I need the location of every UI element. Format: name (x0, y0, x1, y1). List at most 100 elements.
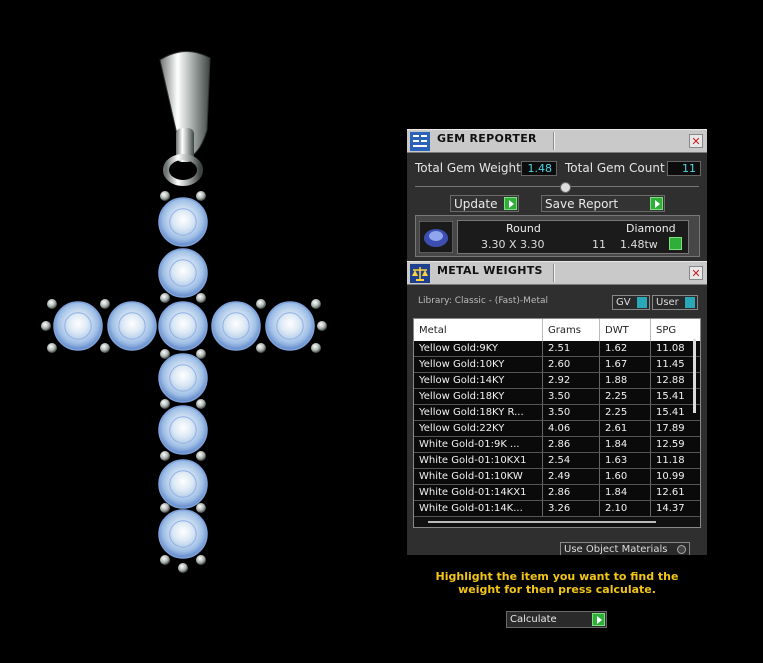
metal-prong (196, 293, 206, 303)
table-row[interactable]: Yellow Gold:10KY 2.60 1.67 11.45 (414, 356, 700, 373)
table-cell: 12.59 (650, 436, 700, 453)
scale-icon (410, 264, 430, 283)
save-report-label: Save Report (545, 197, 619, 211)
table-row[interactable]: White Gold-01:14K... 3.26 2.10 14.37 (414, 500, 700, 517)
diamond-gem[interactable] (158, 197, 208, 247)
diamond-gem[interactable] (158, 301, 208, 351)
column-header[interactable]: Metal (414, 319, 543, 341)
table-cell: 1.60 (599, 468, 651, 485)
table-cell: Yellow Gold:22KY (414, 420, 543, 437)
table-cell: Yellow Gold:10KY (414, 356, 543, 373)
column-header[interactable]: SPG (650, 319, 700, 341)
gem-stone: Diamond (626, 222, 676, 235)
table-cell: 1.88 (599, 372, 651, 389)
slider-handle[interactable] (560, 182, 571, 193)
save-report-button[interactable]: Save Report (541, 195, 665, 212)
vertical-scrollbar[interactable] (693, 339, 696, 413)
table-cell: Yellow Gold:18KY R... (414, 404, 543, 421)
gem-count: 11 (592, 238, 606, 251)
metal-prong (47, 343, 57, 353)
table-cell: 3.50 (542, 388, 600, 405)
table-cell: 2.25 (599, 404, 651, 421)
table-row[interactable]: Yellow Gold:9KY 2.51 1.62 11.08 (414, 341, 700, 357)
table-cell: White Gold-01:14K... (414, 500, 543, 517)
table-cell: White Gold-01:10KW (414, 468, 543, 485)
metal-prong (196, 191, 206, 201)
table-cell: 11.18 (650, 452, 700, 469)
table-cell: 12.61 (650, 484, 700, 501)
diamond-gem[interactable] (211, 301, 261, 351)
diamond-gem[interactable] (158, 248, 208, 298)
metal-prong (196, 451, 206, 461)
diamond-gem[interactable] (265, 301, 315, 351)
table-row[interactable]: Yellow Gold:14KY 2.92 1.88 12.88 (414, 372, 700, 389)
table-row[interactable]: White Gold-01:14KX1 2.86 1.84 12.61 (414, 484, 700, 501)
table-cell: 14.37 (650, 500, 700, 517)
metal-table-container[interactable]: Metal Grams DWT SPG Yellow Gold:9KY 2.51 1.62… (413, 318, 701, 528)
table-cell: 1.67 (599, 356, 651, 373)
user-toggle[interactable]: User (652, 295, 698, 310)
gv-toggle[interactable]: GV (612, 295, 650, 310)
gem-size: 3.30 X 3.30 (481, 238, 545, 251)
render-viewport[interactable] (0, 0, 400, 659)
instruction-text: Highlight the item you want to find the … (435, 570, 679, 596)
column-header[interactable]: DWT (599, 319, 651, 341)
gem-weight: 1.48tw (620, 238, 658, 251)
tool-panel: GEM REPORTER ✕ Total Gem Weight 1.48 Tot… (407, 129, 707, 639)
metal-prong (160, 293, 170, 303)
table-cell: 2.61 (599, 420, 651, 437)
metal-weights-title: METAL WEIGHTS (437, 264, 543, 277)
metal-prong (196, 503, 206, 513)
gem-table[interactable]: Round Diamond 3.30 X 3.30 11 1.48tw (415, 215, 700, 257)
calculate-button[interactable]: Calculate (506, 611, 607, 628)
table-row[interactable]: White Gold-01:10KX1 2.54 1.63 11.18 (414, 452, 700, 469)
diamond-gem[interactable] (158, 405, 208, 455)
table-cell: 1.84 (599, 484, 651, 501)
metal-prong (311, 343, 321, 353)
update-button[interactable]: Update (450, 195, 519, 212)
diamond-gem[interactable] (158, 353, 208, 403)
table-cell: 2.51 (542, 341, 600, 357)
calculate-label: Calculate (510, 614, 557, 625)
table-cell: White Gold-01:9K ... (414, 436, 543, 453)
metal-prong (160, 349, 170, 359)
table-row[interactable]: White Gold-01:10KW 2.49 1.60 10.99 (414, 468, 700, 485)
diamond-gem[interactable] (158, 459, 208, 509)
toggle-switch-icon (637, 297, 647, 308)
metal-prong (196, 555, 206, 565)
table-row[interactable]: Yellow Gold:18KY R... 3.50 2.25 15.41 (414, 404, 700, 421)
table-cell: 3.50 (542, 404, 600, 421)
metal-table: Metal Grams DWT SPG Yellow Gold:9KY 2.51 1.62… (414, 319, 700, 517)
total-gem-count-label: Total Gem Count (565, 161, 665, 175)
play-icon[interactable] (669, 237, 682, 250)
play-icon (592, 613, 605, 626)
table-cell: 2.10 (599, 500, 651, 517)
metal-prong (100, 299, 110, 309)
diamond-gem[interactable] (158, 509, 208, 559)
metal-prong (196, 349, 206, 359)
table-cell: 2.60 (542, 356, 600, 373)
diamond-gem[interactable] (107, 301, 157, 351)
metal-prong (311, 299, 321, 309)
table-row[interactable]: Yellow Gold:22KY 4.06 2.61 17.89 (414, 420, 700, 437)
diamond-gem[interactable] (53, 301, 103, 351)
gem-slider[interactable] (415, 182, 699, 193)
horizontal-scrollbar[interactable] (428, 521, 656, 523)
toggle-switch-icon (685, 297, 695, 308)
close-icon[interactable]: ✕ (689, 266, 703, 280)
table-cell: 2.86 (542, 436, 600, 453)
gem-shape: Round (506, 222, 541, 235)
table-cell: 2.92 (542, 372, 600, 389)
column-header[interactable]: Grams (542, 319, 600, 341)
close-icon[interactable]: ✕ (689, 134, 703, 148)
gem-reporter-header[interactable]: GEM REPORTER ✕ (407, 129, 707, 153)
table-cell: 4.06 (542, 420, 600, 437)
table-cell: White Gold-01:10KX1 (414, 452, 543, 469)
table-cell: Yellow Gold:18KY (414, 388, 543, 405)
metal-weights-header[interactable]: METAL WEIGHTS ✕ (407, 261, 707, 285)
gv-label: GV (616, 297, 631, 308)
metal-prong (160, 555, 170, 565)
table-row[interactable]: Yellow Gold:18KY 3.50 2.25 15.41 (414, 388, 700, 405)
table-cell: 1.63 (599, 452, 651, 469)
table-row[interactable]: White Gold-01:9K ... 2.86 1.84 12.59 (414, 436, 700, 453)
